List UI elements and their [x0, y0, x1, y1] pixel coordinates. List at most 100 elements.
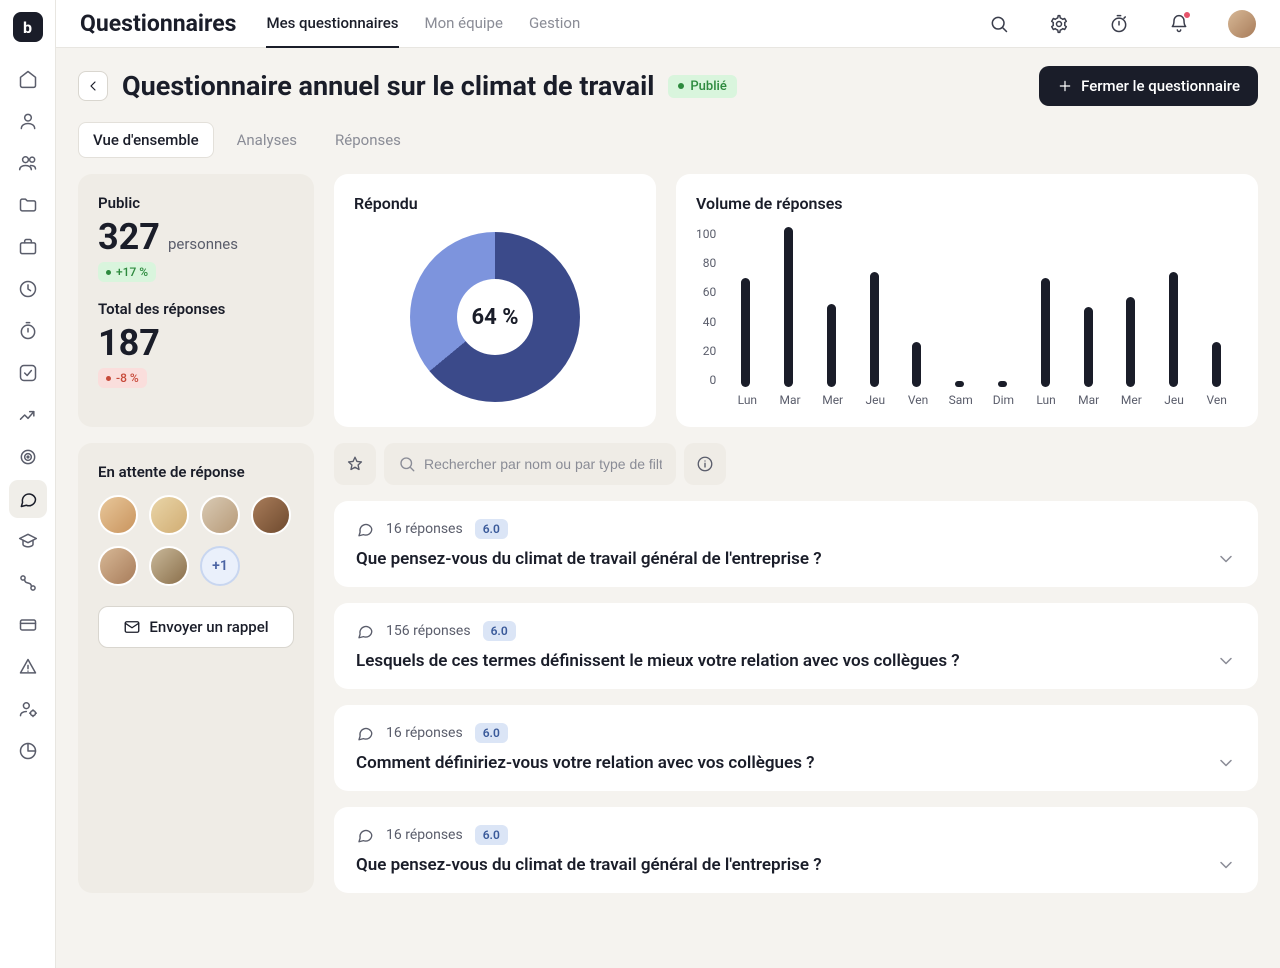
nav-home[interactable] [9, 60, 47, 98]
avatar[interactable] [251, 495, 291, 535]
chat-icon [356, 622, 374, 640]
donut-title: Répondu [354, 194, 636, 213]
bar-column [1152, 227, 1195, 387]
nav-user-settings[interactable] [9, 690, 47, 728]
subtab-analysis[interactable]: Analyses [222, 122, 312, 158]
close-questionnaire-button[interactable]: Fermer le questionnaire [1039, 66, 1258, 106]
chevron-down-icon[interactable] [1216, 855, 1236, 875]
nav-clock[interactable] [9, 270, 47, 308]
search-icon [398, 455, 416, 473]
favorite-button[interactable] [334, 443, 376, 485]
response-count: 156 réponses [386, 623, 471, 639]
y-tick: 40 [703, 315, 717, 329]
timer-icon[interactable] [1102, 7, 1136, 41]
bar-column [767, 227, 810, 387]
chevron-down-icon[interactable] [1216, 651, 1236, 671]
bar-chart-card: Volume de réponses 100806040200 LunMarMe… [676, 174, 1258, 427]
info-button[interactable] [684, 443, 726, 485]
response-count: 16 réponses [386, 521, 463, 537]
nav-stopwatch[interactable] [9, 312, 47, 350]
avatar[interactable] [149, 495, 189, 535]
avatar-more[interactable]: +1 [200, 546, 240, 586]
avatar[interactable] [200, 495, 240, 535]
nav-flow[interactable] [9, 564, 47, 602]
bar-column [853, 227, 896, 387]
question-card[interactable]: 16 réponses 6.0 Que pensez-vous du clima… [334, 501, 1258, 587]
avatar[interactable] [98, 546, 138, 586]
x-label: Mer [811, 393, 854, 407]
nav-users[interactable] [9, 144, 47, 182]
question-card[interactable]: 16 réponses 6.0 Que pensez-vous du clima… [334, 807, 1258, 893]
subtabs: Vue d'ensemble Analyses Réponses [78, 122, 1258, 158]
search-box[interactable] [384, 443, 676, 485]
bar [1041, 278, 1050, 387]
chevron-down-icon[interactable] [1216, 753, 1236, 773]
settings-icon[interactable] [1042, 7, 1076, 41]
question-score: 6.0 [475, 519, 508, 539]
bar [870, 272, 879, 387]
bar-chart-title: Volume de réponses [696, 194, 1238, 213]
notifications-icon[interactable] [1162, 7, 1196, 41]
x-label: Jeu [1153, 393, 1196, 407]
bar [1212, 342, 1221, 387]
status-badge: Publié [668, 75, 736, 98]
awaiting-avatars: +1 [98, 495, 294, 586]
nav-chat[interactable] [9, 480, 47, 518]
stats-card: Public 327 personnes +17 % Total des rép… [78, 174, 314, 427]
bar-column [1067, 227, 1110, 387]
stat-public-delta: +17 % [98, 262, 156, 282]
stat-total-value: 187 [98, 322, 160, 364]
bar [741, 278, 750, 387]
topbar: Questionnaires Mes questionnaires Mon éq… [56, 0, 1280, 48]
user-avatar[interactable] [1228, 10, 1256, 38]
main-content: Questionnaire annuel sur le climat de tr… [56, 48, 1280, 968]
avatar[interactable] [98, 495, 138, 535]
top-tab-team[interactable]: Mon équipe [425, 0, 503, 48]
search-input[interactable] [424, 456, 662, 472]
y-tick: 100 [696, 227, 716, 241]
bar-column [938, 227, 981, 387]
bar [1169, 272, 1178, 387]
subtab-responses[interactable]: Réponses [320, 122, 416, 158]
nav-check[interactable] [9, 354, 47, 392]
send-reminder-button[interactable]: Envoyer un rappel [98, 606, 294, 648]
nav-folder[interactable] [9, 186, 47, 224]
top-tab-my[interactable]: Mes questionnaires [266, 0, 398, 48]
question-score: 6.0 [475, 723, 508, 743]
back-button[interactable] [78, 71, 108, 101]
logo[interactable]: b [13, 12, 43, 42]
stat-public-value: 327 [98, 216, 160, 258]
nav-pie[interactable] [9, 732, 47, 770]
y-tick: 80 [703, 256, 717, 270]
nav-trend[interactable] [9, 396, 47, 434]
subtab-overview[interactable]: Vue d'ensemble [78, 122, 214, 158]
chevron-down-icon[interactable] [1216, 549, 1236, 569]
top-tab-manage[interactable]: Gestion [529, 0, 580, 48]
response-count: 16 réponses [386, 827, 463, 843]
x-label: Lun [726, 393, 769, 407]
question-card[interactable]: 16 réponses 6.0 Comment définiriez-vous … [334, 705, 1258, 791]
send-reminder-label: Envoyer un rappel [149, 618, 268, 636]
question-card[interactable]: 156 réponses 6.0 Lesquels de ces termes … [334, 603, 1258, 689]
nav-target[interactable] [9, 438, 47, 476]
nav-warning[interactable] [9, 648, 47, 686]
x-label: Lun [1025, 393, 1068, 407]
page-title: Questionnaire annuel sur le climat de tr… [122, 70, 654, 102]
close-button-label: Fermer le questionnaire [1081, 77, 1240, 95]
sidebar-nav: b [0, 0, 56, 968]
bar [1126, 297, 1135, 387]
x-label: Ven [897, 393, 940, 407]
bar [784, 227, 793, 387]
donut-center-value: 64 % [457, 279, 533, 355]
x-label: Sam [939, 393, 982, 407]
nav-user[interactable] [9, 102, 47, 140]
chat-icon [356, 520, 374, 538]
chat-icon [356, 826, 374, 844]
nav-briefcase[interactable] [9, 228, 47, 266]
nav-card[interactable] [9, 606, 47, 644]
nav-graduation[interactable] [9, 522, 47, 560]
bar-column [895, 227, 938, 387]
bar [1084, 307, 1093, 387]
search-icon[interactable] [982, 7, 1016, 41]
avatar[interactable] [149, 546, 189, 586]
